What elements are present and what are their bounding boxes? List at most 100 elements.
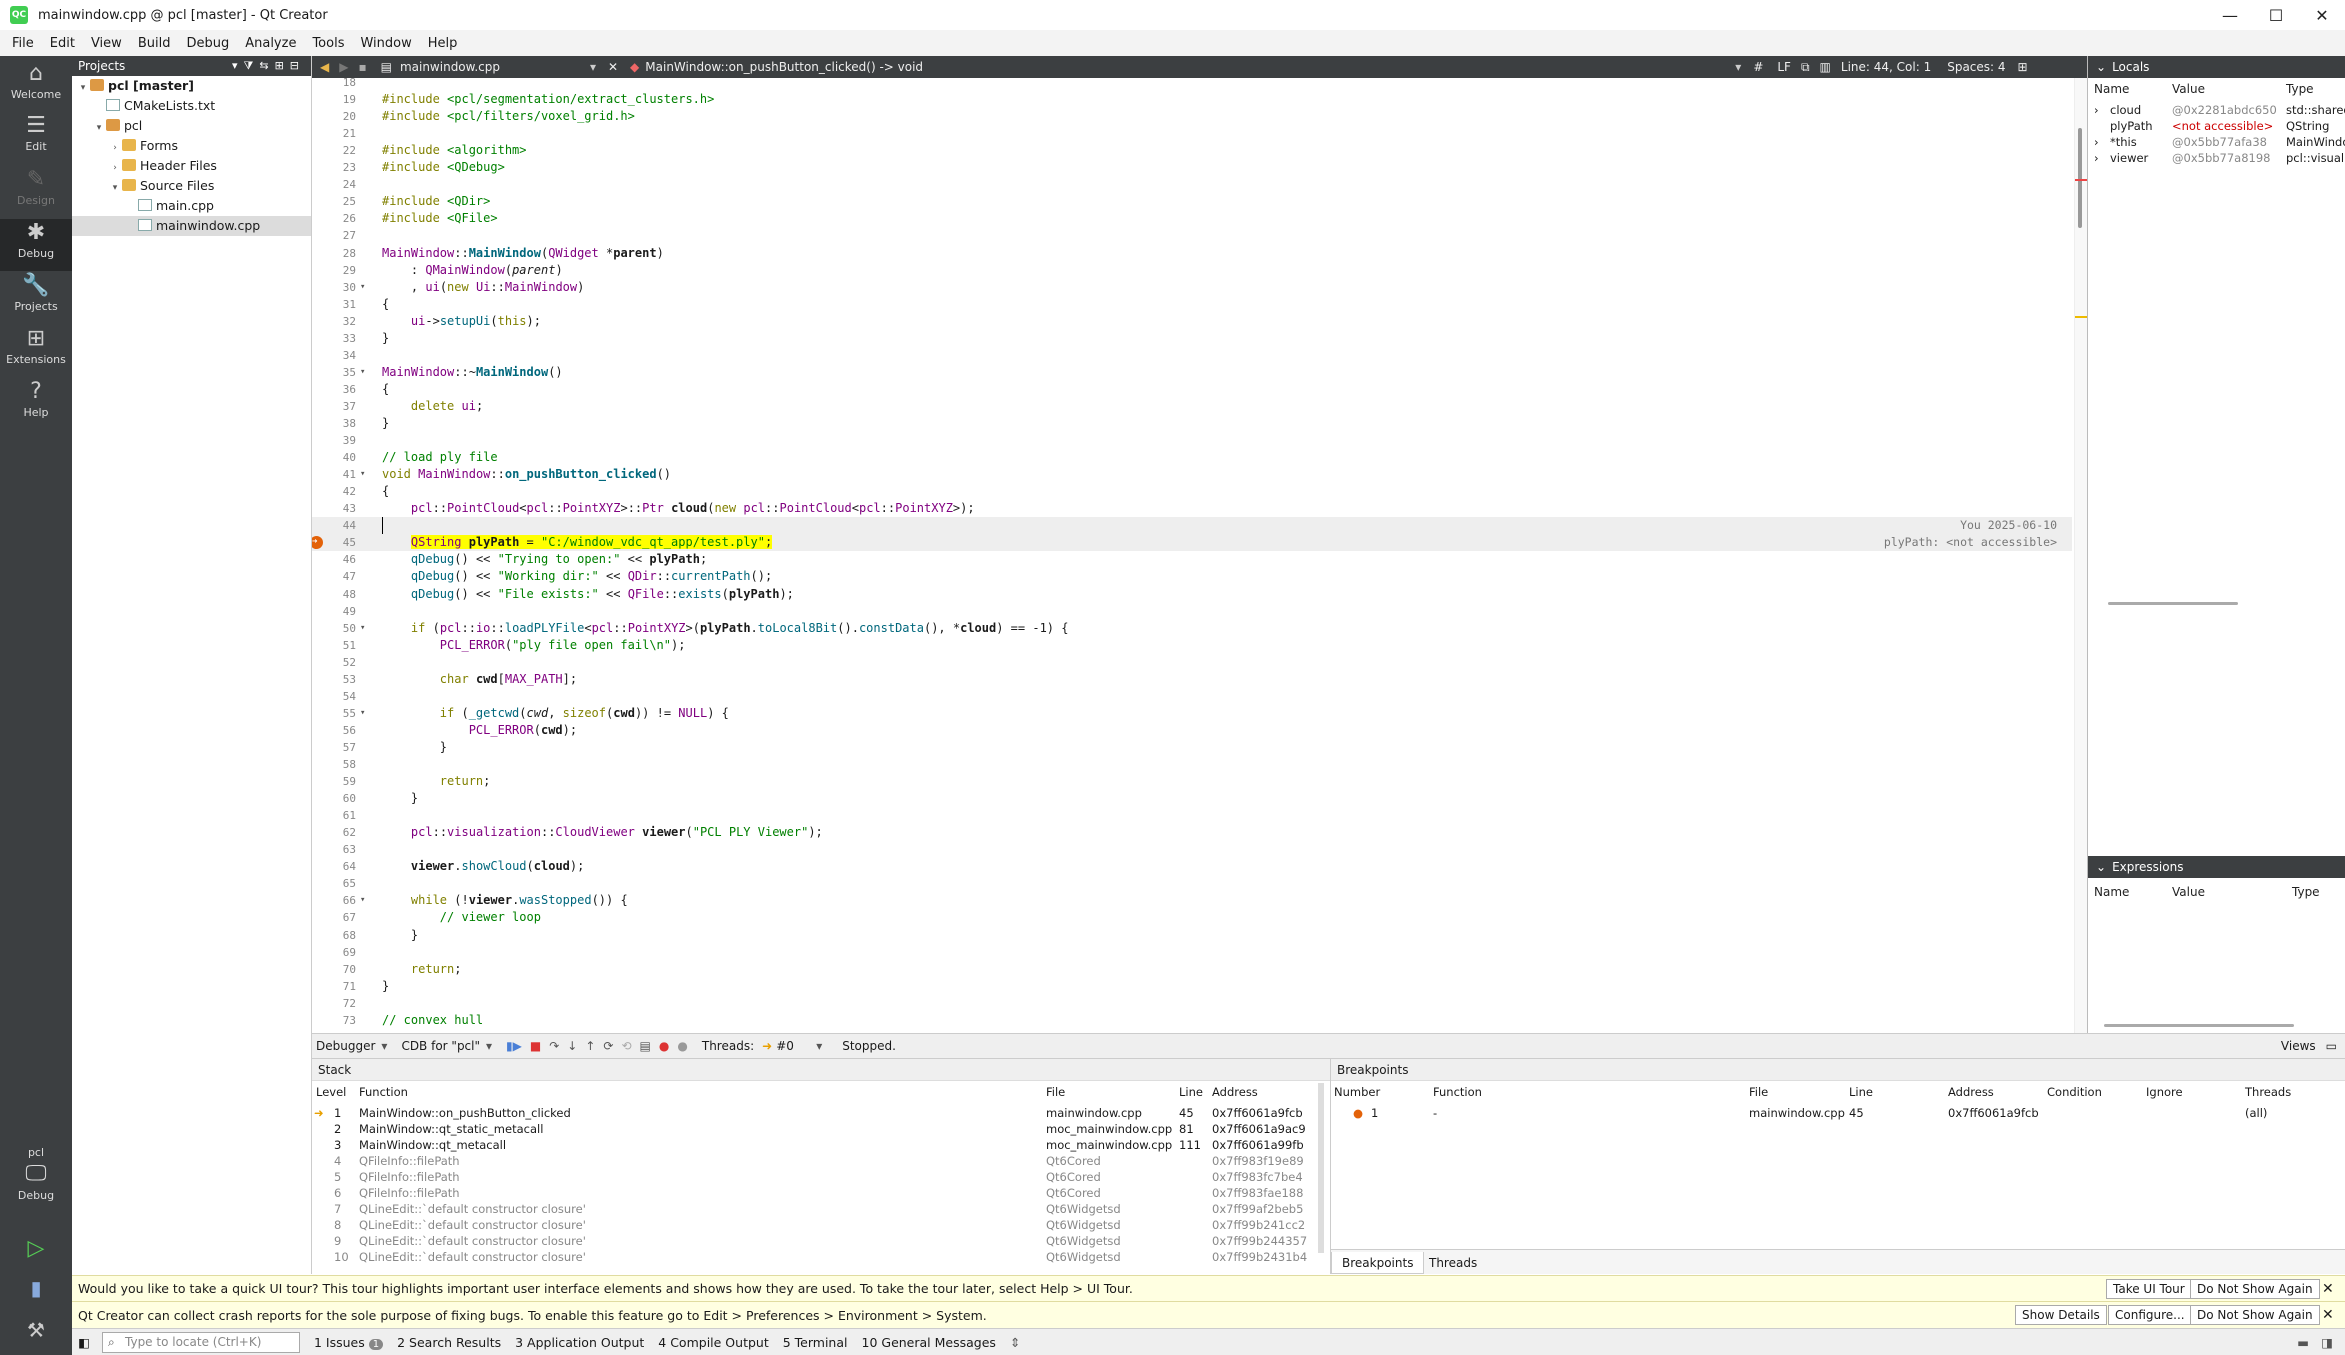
column-header[interactable]: Name [2094,885,2129,899]
expand-arrow-icon[interactable]: › [108,158,122,178]
locals-row[interactable]: › cloud @0x2281abdc650 std::shared [2088,102,2345,118]
close-icon[interactable]: ✕ [2322,1281,2334,1297]
code-line[interactable]: 38} [312,415,2072,432]
code-line[interactable]: 37 delete ui; [312,398,2072,415]
run-icon[interactable]: ▷ [0,1236,72,1261]
code-line[interactable]: 65 [312,875,2072,892]
tree-item[interactable]: › Forms [72,136,311,156]
pane-toolbar-icons[interactable]: ▾⧩⇆⊞⊟ [232,59,305,73]
show-details-button[interactable]: Show Details [2015,1305,2107,1325]
start-debugging-icon[interactable]: ▮ [0,1276,72,1300]
symbol-dropdown[interactable]: MainWindow::on_pushButton_clicked() -> v… [645,60,1735,74]
menu-build[interactable]: Build [130,36,179,51]
menu-file[interactable]: File [4,36,42,51]
horizontal-scrollbar[interactable] [2104,1024,2294,1027]
tab-threads[interactable]: Threads [1419,1252,1487,1274]
open-documents-dropdown[interactable]: mainwindow.cpp [400,60,590,74]
code-line[interactable]: 56 PCL_ERROR(cwd); [312,722,2072,739]
do-not-show-again-button[interactable]: Do Not Show Again [2190,1279,2320,1299]
code-line[interactable]: 29 : QMainWindow(parent) [312,262,2072,279]
expand-arrow-icon[interactable]: › [2094,134,2099,150]
column-header[interactable]: Ignore [2146,1084,2183,1100]
code-line[interactable]: 24 [312,176,2072,193]
tree-item[interactable]: › Header Files [72,156,311,176]
progress-toggle-icon[interactable]: ▬ [2297,1335,2309,1350]
horizontal-scrollbar[interactable] [2108,602,2238,605]
code-line[interactable]: 44 You 2025-06-10 [312,517,2072,535]
column-header[interactable]: Line [1849,1084,1873,1100]
mode-projects[interactable]: 🔧 Projects [0,272,72,324]
views-panel-icon[interactable]: ▭ [2326,1039,2337,1053]
step-out-icon[interactable]: ↑ [585,1039,595,1053]
stack-frame-row[interactable]: 7 QLineEdit::`default constructor closure… [312,1201,1312,1217]
do-not-show-again-button[interactable]: Do Not Show Again [2190,1305,2320,1325]
code-line[interactable]: 35 ▾ MainWindow::~MainWindow() [312,364,2072,381]
scrollbar-thumb[interactable] [2078,128,2082,228]
stop-debugger-icon[interactable]: ■ [530,1039,541,1053]
code-line[interactable]: 48 qDebug() << "File exists:" << QFile::… [312,586,2072,603]
code-line[interactable]: 55 ▾ if (_getcwd(cwd, sizeof(cwd)) != NUL… [312,705,2072,722]
locals-row[interactable]: › viewer @0x5bb77a8198 pcl::visuali [2088,150,2345,166]
column-header[interactable]: Name [2094,82,2129,96]
minimize-icon[interactable]: — [2207,0,2253,30]
code-line[interactable]: 73 // convex hull [312,1012,2072,1029]
fold-marker-icon[interactable]: ▾ [360,364,374,381]
code-line[interactable]: 52 [312,654,2072,671]
close-icon[interactable]: ✕ [2322,1307,2334,1323]
cursor-position[interactable]: Line: 44, Col: 1 [1841,60,1931,74]
build-icon[interactable]: ⚒ [0,1318,72,1342]
column-header[interactable]: File [1046,1084,1065,1100]
stack-frame-row[interactable]: 9 QLineEdit::`default constructor closure… [312,1233,1312,1249]
mode-extensions[interactable]: ⊞ Extensions [0,325,72,377]
code-line[interactable]: 28 MainWindow::MainWindow(QWidget *parent… [312,245,2072,262]
code-line[interactable]: 43 pcl::PointCloud<pcl::PointXYZ>::Ptr c… [312,500,2072,517]
column-header[interactable]: Address [1212,1084,1258,1100]
hash-toggle[interactable]: # [1753,60,1763,74]
pane-general-messages[interactable]: 10 General Messages [862,1335,996,1350]
column-header[interactable]: Condition [2047,1084,2102,1100]
code-line[interactable]: 62 pcl::visualization::CloudViewer viewe… [312,824,2072,841]
stack-scrollbar[interactable] [1318,1083,1324,1253]
operate-by-instruction-icon[interactable]: ▤ [640,1039,651,1053]
column-header[interactable]: Function [359,1084,408,1100]
code-line[interactable]: 21 [312,125,2072,142]
tab-breakpoints[interactable]: Breakpoints [1331,1252,1425,1274]
expand-arrow-icon[interactable]: ▾ [108,178,122,198]
menu-help[interactable]: Help [420,36,466,51]
code-line[interactable]: 49 [312,603,2072,620]
fold-marker-icon[interactable]: ▾ [360,466,374,483]
column-header[interactable]: File [1749,1084,1768,1100]
code-line[interactable]: 68 } [312,927,2072,944]
code-line[interactable]: 39 [312,432,2072,449]
code-line[interactable]: 20 #include <pcl/filters/voxel_grid.h> [312,108,2072,125]
code-line[interactable]: 67 // viewer loop [312,909,2072,926]
breakpoint-row[interactable]: ● 1 - mainwindow.cpp 45 0x7ff6061a9fcb (… [1331,1105,2331,1121]
menu-window[interactable]: Window [352,36,419,51]
pane-search-results[interactable]: 2 Search Results [397,1335,501,1350]
code-line[interactable]: 51 PCL_ERROR("ply file open fail\n"); [312,637,2072,654]
stack-frame-row[interactable]: 6 QFileInfo::filePath Qt6Cored 0x7ff983fae1… [312,1185,1312,1201]
engine-dropdown[interactable]: CDB for "pcl" [401,1039,480,1053]
code-line[interactable]: 19 #include <pcl/segmentation/extract_clu… [312,91,2072,108]
breakpoint-icon[interactable]: ● [659,1039,669,1053]
menu-edit[interactable]: Edit [42,36,83,51]
code-line[interactable]: 40 // load ply file [312,449,2072,466]
code-line[interactable]: 22 #include <algorithm> [312,142,2072,159]
locals-header[interactable]: ⌄ Locals [2088,56,2345,78]
stack-frame-row[interactable]: 2 MainWindow::qt_static_metacall moc_mainw… [312,1121,1312,1137]
column-header[interactable]: Type [2292,885,2320,899]
step-into-icon[interactable]: ↓ [567,1039,577,1053]
locator-input[interactable]: ⌕ Type to locate (Ctrl+K) [102,1331,300,1353]
column-header[interactable]: Type [2286,82,2314,96]
fold-marker-icon[interactable]: ▾ [360,620,374,637]
menu-analyze[interactable]: Analyze [237,36,304,51]
column-header[interactable]: Number [1334,1084,1380,1100]
code-line[interactable]: 60 } [312,790,2072,807]
code-line[interactable]: 41 ▾ void MainWindow::on_pushButton_clicke… [312,466,2072,483]
mode-debug[interactable]: ✱ Debug [0,219,72,271]
column-header[interactable]: Level [316,1084,346,1100]
mode-help[interactable]: ? Help [0,378,72,430]
code-line[interactable]: 18 [312,78,2072,91]
restart-icon[interactable]: ⟳ [603,1039,613,1053]
views-menu[interactable]: Views [2281,1039,2316,1053]
